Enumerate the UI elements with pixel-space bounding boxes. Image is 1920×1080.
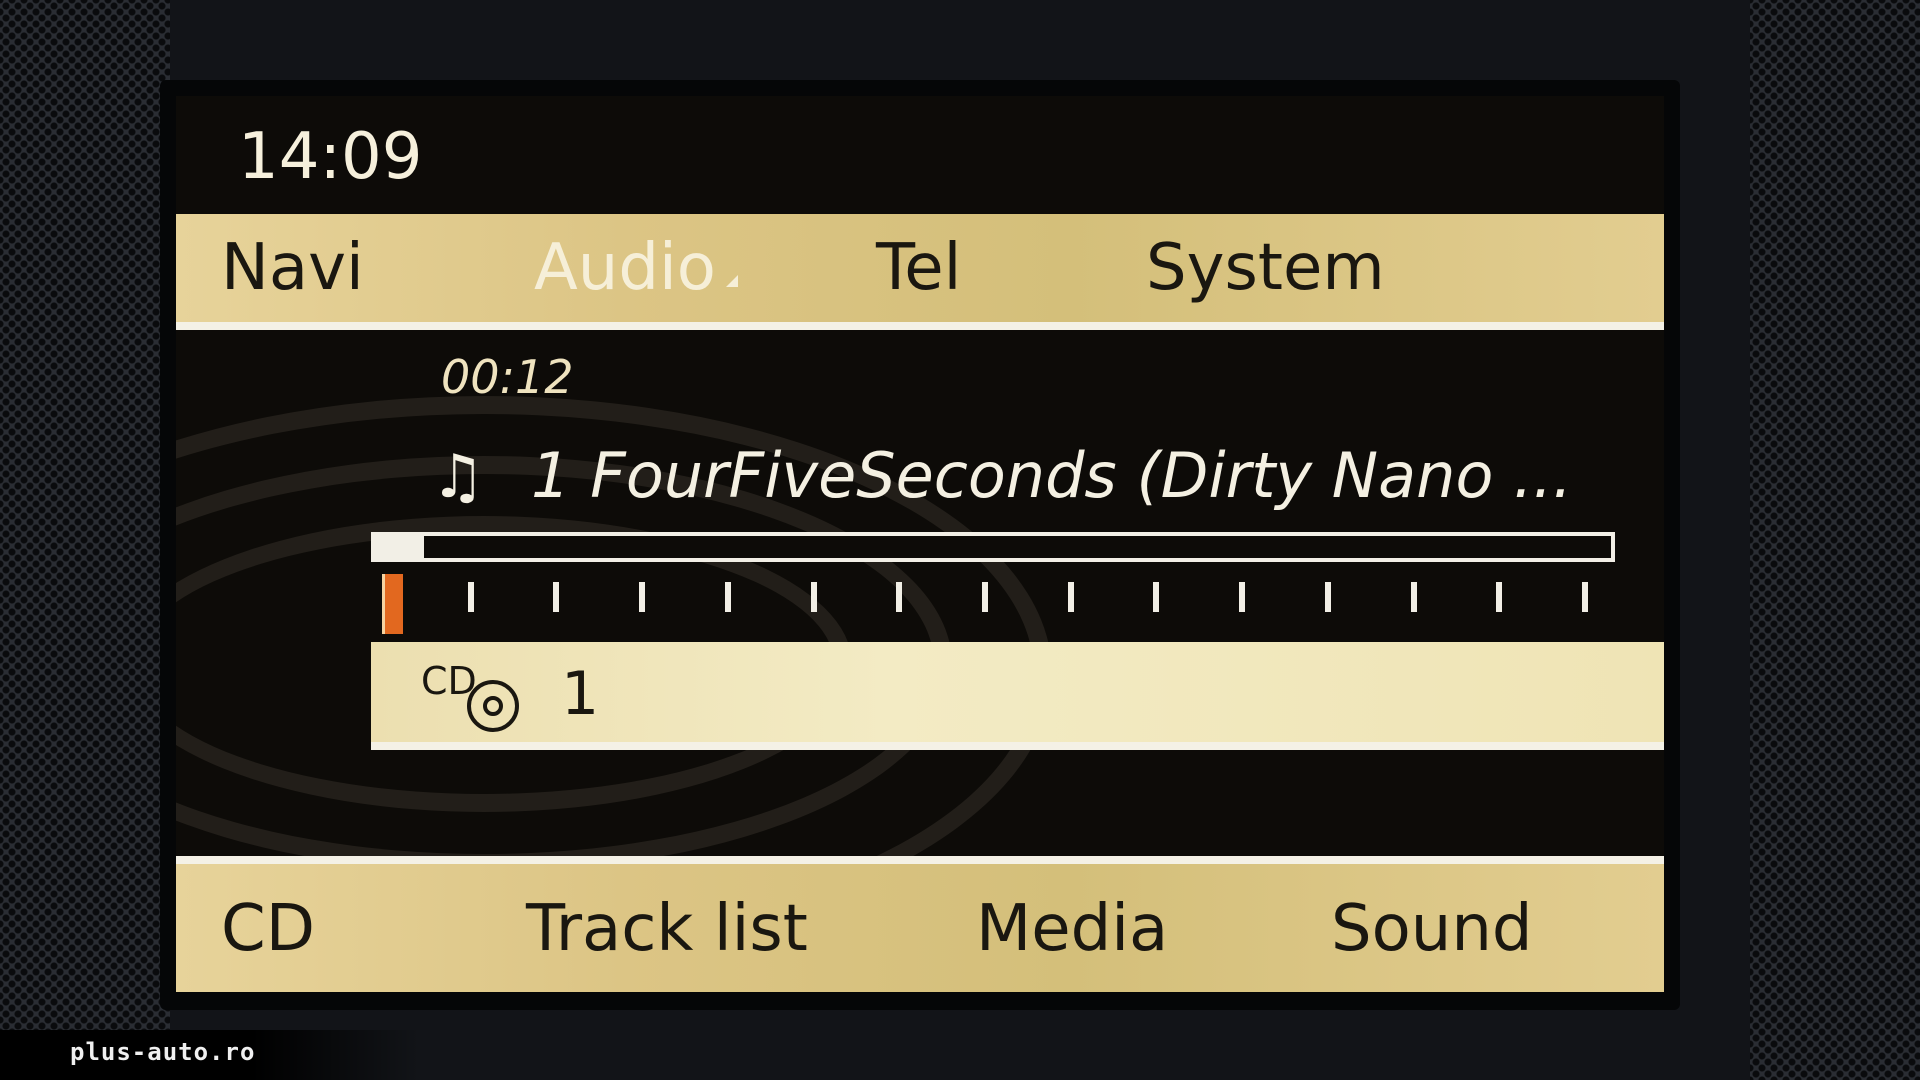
softkey-sound[interactable]: Sound [1331, 884, 1533, 974]
music-note-icon: ♫ [431, 442, 485, 512]
main-menu-bar: Navi Audio Tel System [176, 214, 1664, 330]
track-tick [1582, 582, 1588, 612]
watermark-text: plus-auto.ro [70, 1038, 256, 1066]
active-indicator-icon [725, 275, 738, 287]
softkey-media[interactable]: Media [976, 884, 1168, 974]
now-playing-track[interactable]: ♫ 1 FourFiveSeconds (Dirty Nano ... [431, 436, 1572, 516]
playback-progress-fill [375, 536, 425, 558]
head-unit-screen: 14:09 Navi Audio Tel System 00:12 ♫ 1 Fou… [176, 96, 1664, 992]
track-title: 1 FourFiveSeconds (Dirty Nano ... [531, 439, 1573, 512]
track-tick [468, 582, 474, 612]
track-tick [1325, 582, 1331, 612]
track-tick [811, 582, 817, 612]
playback-progress-bar [371, 532, 1615, 562]
current-track-tick [382, 574, 403, 634]
track-tick [1496, 582, 1502, 612]
dashboard-frame: 14:09 Navi Audio Tel System 00:12 ♫ 1 Fou… [0, 0, 1920, 1080]
track-tick [1153, 582, 1159, 612]
track-tick [725, 582, 731, 612]
track-tick [1411, 582, 1417, 612]
tab-navi[interactable]: Navi [221, 226, 364, 310]
track-tick [1068, 582, 1074, 612]
right-speaker-grille [1750, 0, 1920, 1080]
elapsed-time: 00:12 [441, 350, 574, 404]
track-tick [896, 582, 902, 612]
tab-audio[interactable]: Audio [534, 226, 738, 310]
track-ticks [382, 574, 1602, 634]
tab-tel[interactable]: Tel [876, 226, 961, 310]
watermark: plus-auto.ro [0, 1030, 420, 1080]
clock: 14:09 [238, 120, 423, 194]
track-tick [639, 582, 645, 612]
source-bar[interactable]: CD 1 [371, 642, 1664, 750]
tab-audio-label: Audio [534, 231, 716, 305]
softkey-bar: CD Track list Media Sound [176, 856, 1664, 992]
disc-number: 1 [561, 659, 600, 729]
track-tick [553, 582, 559, 612]
svg-text:CD: CD [421, 659, 477, 703]
softkey-cd[interactable]: CD [221, 884, 315, 974]
softkey-track-list[interactable]: Track list [526, 884, 808, 974]
track-tick [1239, 582, 1245, 612]
track-tick [982, 582, 988, 612]
tab-system[interactable]: System [1146, 226, 1385, 310]
cd-icon: CD [421, 659, 519, 732]
left-speaker-grille [0, 0, 170, 1080]
